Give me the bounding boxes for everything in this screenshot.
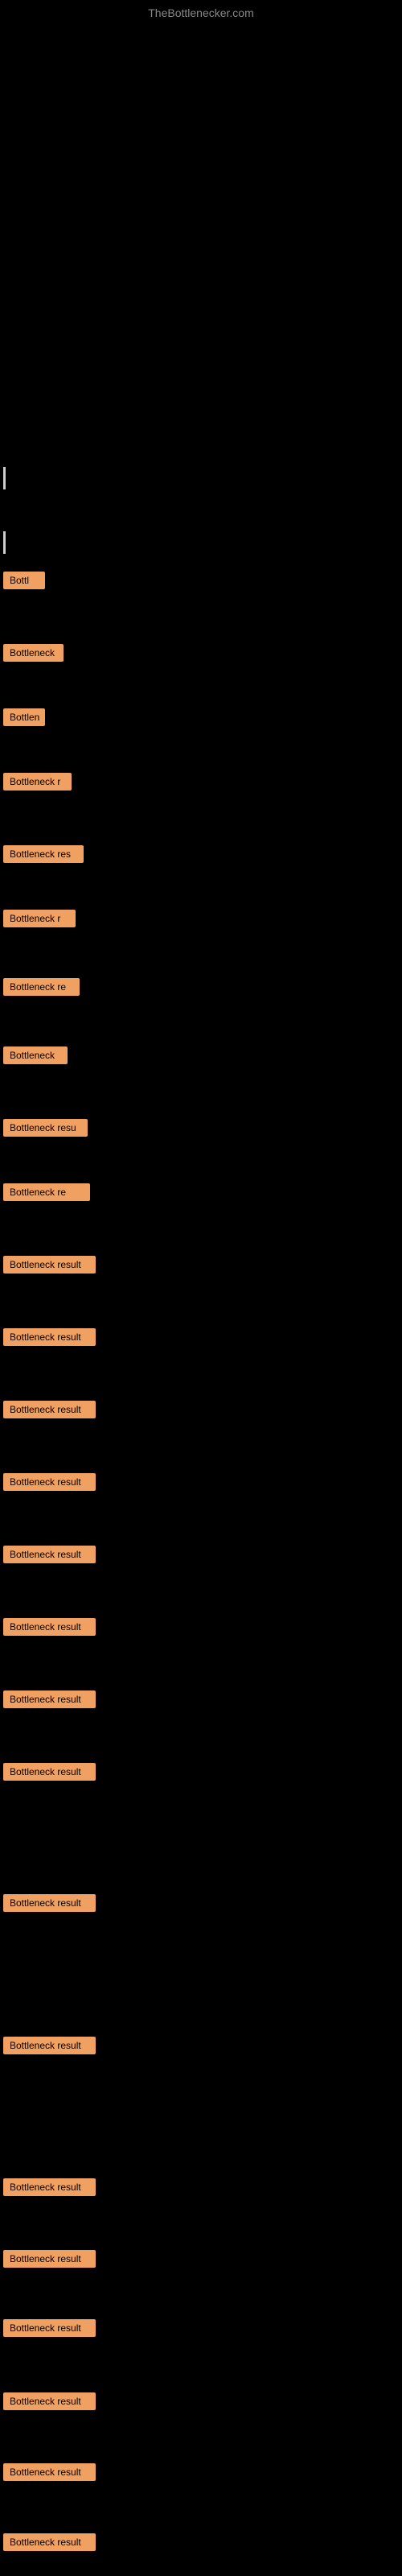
bottleneck-badge-4[interactable]: Bottleneck r — [3, 773, 72, 791]
site-title: TheBottlenecker.com — [148, 6, 254, 19]
bottleneck-badge-6[interactable]: Bottleneck r — [3, 910, 76, 927]
cursor-line-2 — [3, 531, 6, 554]
bottleneck-badge-16[interactable]: Bottleneck result — [3, 1618, 96, 1636]
bottleneck-badge-15[interactable]: Bottleneck result — [3, 1546, 96, 1563]
bottleneck-badge-1[interactable]: Bottl — [3, 572, 45, 589]
bottleneck-badge-19[interactable]: Bottleneck result — [3, 1894, 96, 1912]
bottleneck-badge-23[interactable]: Bottleneck result — [3, 2319, 96, 2337]
bottleneck-badge-22[interactable]: Bottleneck result — [3, 2250, 96, 2268]
bottleneck-badge-20[interactable]: Bottleneck result — [3, 2037, 96, 2054]
bottleneck-badge-11[interactable]: Bottleneck result — [3, 1256, 96, 1274]
bottleneck-badge-17[interactable]: Bottleneck result — [3, 1690, 96, 1708]
bottleneck-badge-26[interactable]: Bottleneck result — [3, 2533, 96, 2551]
bottleneck-badge-2[interactable]: Bottleneck — [3, 644, 64, 662]
bottleneck-badge-14[interactable]: Bottleneck result — [3, 1473, 96, 1491]
bottleneck-badge-8[interactable]: Bottleneck — [3, 1046, 68, 1064]
bottleneck-badge-21[interactable]: Bottleneck result — [3, 2178, 96, 2196]
bottleneck-badge-13[interactable]: Bottleneck result — [3, 1401, 96, 1418]
bottleneck-badge-3[interactable]: Bottlen — [3, 708, 45, 726]
bottleneck-badge-9[interactable]: Bottleneck resu — [3, 1119, 88, 1137]
bottleneck-badge-10[interactable]: Bottleneck re — [3, 1183, 90, 1201]
bottleneck-badge-12[interactable]: Bottleneck result — [3, 1328, 96, 1346]
bottleneck-badge-18[interactable]: Bottleneck result — [3, 1763, 96, 1781]
bottleneck-badge-5[interactable]: Bottleneck res — [3, 845, 84, 863]
bottleneck-badge-25[interactable]: Bottleneck result — [3, 2463, 96, 2481]
bottleneck-badge-7[interactable]: Bottleneck re — [3, 978, 80, 996]
cursor-line-1 — [3, 467, 6, 489]
bottleneck-badge-24[interactable]: Bottleneck result — [3, 2392, 96, 2410]
